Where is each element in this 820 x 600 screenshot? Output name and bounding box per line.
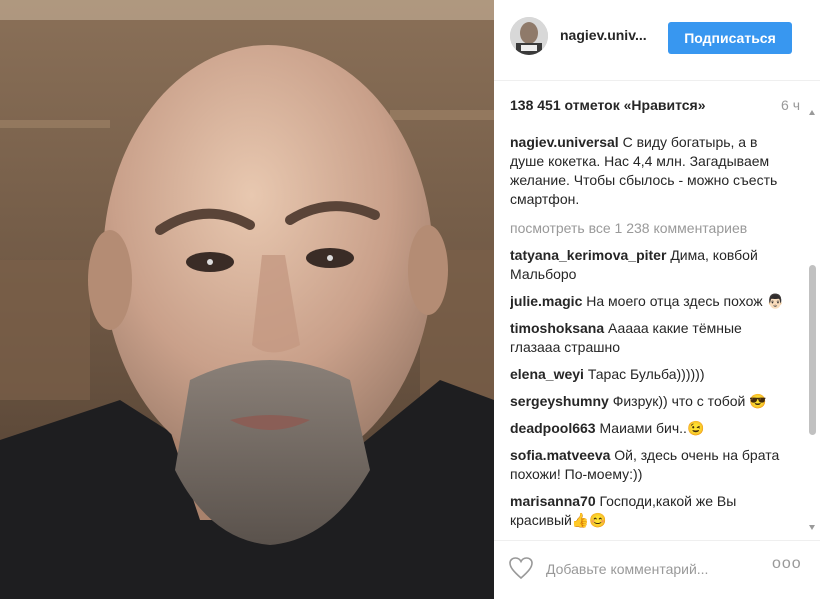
scroll-down-arrow-icon[interactable] <box>809 525 815 530</box>
comment-item: elena_weyi Тарас Бульба)))))) <box>510 365 793 384</box>
scroll-up-arrow-icon[interactable] <box>809 110 815 115</box>
post-caption: nagiev.universal С виду богатырь, а в ду… <box>510 133 793 209</box>
comment-item: sofia.matveeva Ой, здесь очень на брата … <box>510 446 793 484</box>
comment-author[interactable]: sofia.matveeva <box>510 447 610 463</box>
post-photo-image <box>0 0 494 599</box>
likes-row: 138 451 отметок «Нравится» 6 ч <box>510 97 800 113</box>
comments-list[interactable]: nagiev.universal С виду богатырь, а в ду… <box>510 133 793 536</box>
post-photo[interactable] <box>0 0 494 599</box>
scrollbar-thumb[interactable] <box>809 265 816 435</box>
comments-scrollbar[interactable] <box>809 110 816 530</box>
comment-text: Физрук)) что с тобой 😎 <box>612 393 767 409</box>
post-sidebar: nagiev.univ... Подписаться 138 451 отмет… <box>494 0 820 599</box>
comment-input[interactable] <box>544 555 748 583</box>
comment-item: marisanna70 Господи,какой же Вы красивый… <box>510 492 793 530</box>
comment-text: Маиами бич..😉 <box>599 420 705 436</box>
follow-button[interactable]: Подписаться <box>668 22 792 54</box>
avatar-image <box>510 17 548 55</box>
more-options-icon[interactable]: ооо <box>772 555 802 573</box>
comment-author[interactable]: deadpool663 <box>510 420 596 436</box>
comment-text: Тарас Бульба)))))) <box>587 366 705 382</box>
comment-item: sergeyshumny Физрук)) что с тобой 😎 <box>510 392 793 411</box>
post-time[interactable]: 6 ч <box>781 97 800 113</box>
likes-count[interactable]: 138 451 отметок «Нравится» <box>510 97 706 113</box>
comment-footer: ооо <box>494 540 820 600</box>
comment-author[interactable]: sergeyshumny <box>510 393 609 409</box>
comment-author[interactable]: elena_weyi <box>510 366 584 382</box>
view-all-comments-link[interactable]: посмотреть все 1 238 комментариев <box>510 219 793 238</box>
post-header: nagiev.univ... Подписаться <box>494 0 820 81</box>
heart-outline-icon[interactable] <box>508 556 534 580</box>
caption-author[interactable]: nagiev.universal <box>510 134 619 150</box>
comment-author[interactable]: timoshoksana <box>510 320 604 336</box>
username-link[interactable]: nagiev.univ... <box>560 27 647 43</box>
comment-item: timoshoksana Ааааа какие тёмные глазааа … <box>510 319 793 357</box>
comment-author[interactable]: tatyana_kerimova_piter <box>510 247 666 263</box>
comment-item: deadpool663 Маиами бич..😉 <box>510 419 793 438</box>
comment-item: tatyana_kerimova_piter Дима, ковбой Маль… <box>510 246 793 284</box>
comment-text: На моего отца здесь похож 👨🏻 <box>586 293 784 309</box>
comment-item: julie.magic На моего отца здесь похож 👨🏻 <box>510 292 793 311</box>
comment-author[interactable]: julie.magic <box>510 293 582 309</box>
avatar[interactable] <box>510 17 548 55</box>
comment-author[interactable]: marisanna70 <box>510 493 596 509</box>
